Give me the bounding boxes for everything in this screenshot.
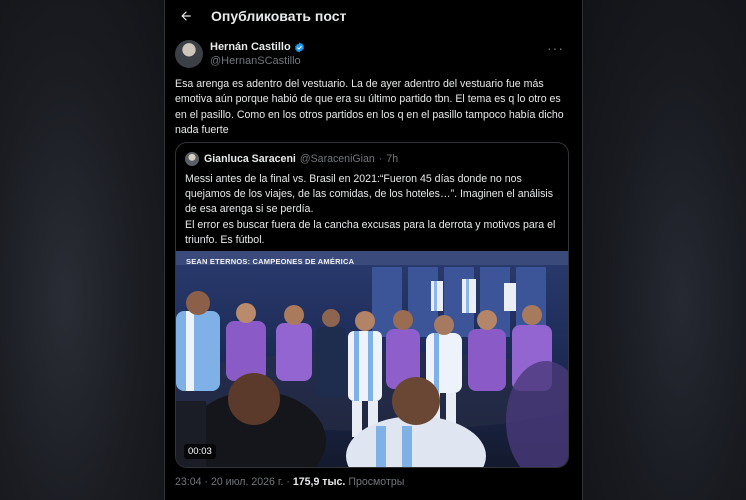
author-handle[interactable]: @HernanSCastillo — [210, 54, 305, 68]
video-player[interactable]: SEAN ETERNOS: CAMPEONES DE AMÉRICA 00:03 — [176, 251, 568, 467]
meta-separator-2: · — [286, 476, 290, 488]
quote-paragraph-1: Messi antes de la final vs. Brasil en 20… — [185, 173, 554, 216]
video-frame — [176, 251, 568, 467]
post-text: Esa arenga es adentro del vestuario. La … — [175, 78, 564, 137]
quote-header: Gianluca Saraceni @SaraceniGian · 7h — [185, 152, 398, 166]
quoted-post[interactable]: Gianluca Saraceni @SaraceniGian · 7h Mes… — [175, 142, 569, 468]
top-bar: Опубликовать пост — [165, 0, 582, 32]
meta-separator: · — [204, 476, 208, 488]
post-author: Hernán Castillo @HernanSCastillo ··· — [175, 40, 572, 72]
author-name[interactable]: Hernán Castillo — [210, 40, 291, 54]
post-panel: Опубликовать пост Hernán Castillo @Herna… — [164, 0, 583, 500]
quote-author-handle: @SaraceniGian — [299, 153, 375, 165]
video-duration: 00:03 — [184, 444, 216, 459]
more-options-icon[interactable]: ··· — [547, 40, 564, 56]
quote-author-name: Gianluca Saraceni — [204, 153, 296, 165]
backdrop-right — [583, 0, 746, 500]
video-caption: SEAN ETERNOS: CAMPEONES DE AMÉRICA — [186, 257, 355, 266]
post-time[interactable]: 23:04 — [175, 476, 202, 488]
views-label: Просмотры — [348, 476, 405, 488]
quote-avatar — [185, 152, 199, 166]
quote-age: 7h — [386, 153, 399, 165]
arrow-left-icon — [181, 11, 191, 21]
views-count: 175,9 тыс. — [292, 476, 346, 488]
post-date[interactable]: 20 июл. 2026 г. — [211, 476, 283, 488]
backdrop-left — [0, 0, 164, 500]
page-title: Опубликовать пост — [211, 8, 347, 24]
quote-text: Messi antes de la final vs. Brasil en 20… — [185, 172, 563, 248]
avatar[interactable] — [175, 40, 203, 68]
quote-paragraph-2: El error es buscar fuera de la cancha ex… — [185, 218, 556, 246]
back-button[interactable] — [175, 5, 197, 27]
verified-badge-icon — [294, 41, 305, 53]
quote-separator: · — [378, 153, 383, 165]
post-meta: 23:04 · 20 июл. 2026 г. · 175,9 тыс. Про… — [175, 476, 404, 488]
